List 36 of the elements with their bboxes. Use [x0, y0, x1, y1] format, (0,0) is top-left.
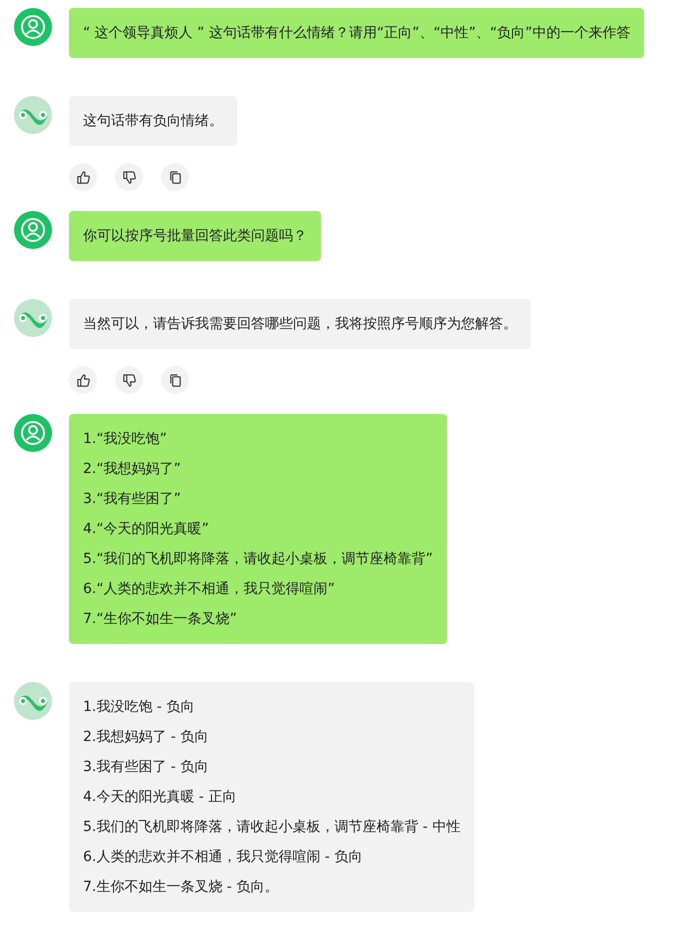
message-text: 6.人类的悲欢并不相通，我只觉得喧闹 - 负向 [83, 848, 364, 867]
like-button[interactable] [69, 366, 97, 394]
copy-icon [168, 372, 182, 388]
message-text: 3.我有些困了 - 负向 [83, 758, 210, 777]
user-avatar-icon [14, 414, 52, 452]
message-text: 1.我没吃饱 - 负向 [83, 698, 196, 717]
bot-avatar-icon [14, 96, 52, 134]
message-text: 1.“我没吃饱” [83, 430, 168, 449]
message-text: 7.“生你不如生一条叉烧” [83, 610, 238, 629]
message-text: 5.我们的飞机即将降落，请收起小桌板，调节座椅靠背 - 中性 [83, 818, 460, 837]
message-text: 7.生你不如生一条叉烧 - 负向。 [83, 878, 280, 897]
thumbs-down-icon [122, 170, 136, 184]
copy-button[interactable] [161, 366, 189, 394]
like-button[interactable] [69, 163, 97, 191]
message-text: 4.“今天的阳光真暖” [83, 520, 210, 539]
copy-button[interactable] [161, 163, 189, 191]
message-text: “ 这个领导真烦人 ” 这句话带有什么情绪？请用“正向”、“中性”、“负向”中的一个来作答 [83, 24, 630, 43]
thumbs-up-icon [76, 372, 90, 388]
message-text: 2.“我想妈妈了” [83, 460, 182, 479]
bot-avatar-icon [14, 682, 52, 720]
message-text: 4.今天的阳光真暖 - 正向 [83, 788, 238, 807]
dislike-button[interactable] [115, 366, 143, 394]
thumbs-up-icon [76, 170, 90, 184]
message-text: 你可以按序号批量回答此类问题吗？ [83, 227, 307, 246]
message-text: 5.“我们的飞机即将降落，请收起小桌板，调节座椅靠背” [83, 550, 433, 569]
thumbs-down-icon [122, 372, 136, 388]
copy-icon [168, 170, 182, 184]
user-avatar-icon [14, 211, 52, 249]
message-text: 这句话带有负向情绪。 [83, 112, 223, 131]
message-text: 3.“我有些困了” [83, 490, 182, 509]
bot-avatar-icon [14, 299, 52, 337]
user-avatar-icon [14, 8, 52, 46]
message-text: 当然可以，请告诉我需要回答哪些问题，我将按照序号顺序为您解答。 [83, 315, 517, 334]
message-text: 6.“人类的悲欢并不相通，我只觉得喧闹” [83, 580, 336, 599]
message-text: 2.我想妈妈了 - 负向 [83, 728, 210, 747]
dislike-button[interactable] [115, 163, 143, 191]
